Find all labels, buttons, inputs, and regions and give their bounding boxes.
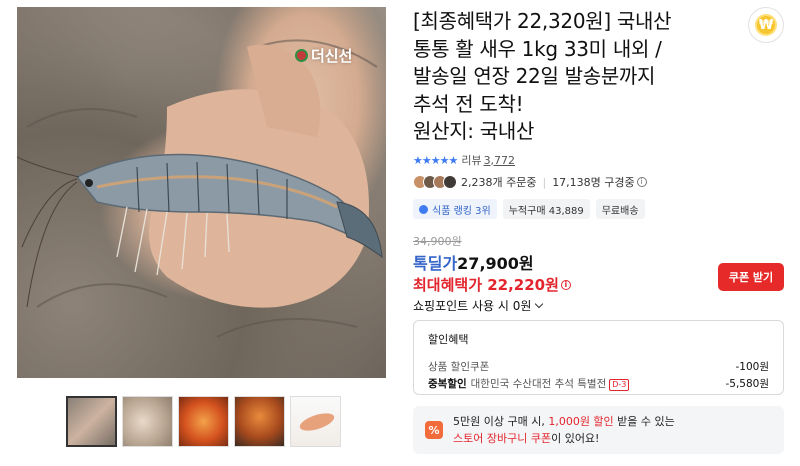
thumbnail-list [66, 396, 341, 447]
watermark-text: 더신선 [311, 47, 353, 65]
title-line: 발송일 연장 22일 발송분까지 [413, 64, 656, 88]
store-watermark: 더신선 [295, 45, 352, 66]
product-main-image: 더신선 [17, 7, 386, 378]
thumbnail-2[interactable] [122, 396, 173, 447]
get-coupon-button[interactable]: 쿠폰 받기 [718, 263, 784, 291]
original-price: 34,900원 [413, 235, 462, 248]
discount-label-group: 중복할인 대한민국 수산대전 추석 특별전 D-3 [428, 376, 630, 391]
chevron-down-icon [535, 299, 544, 309]
ranking-badge[interactable]: 식품 랭킹 3위 [413, 199, 497, 219]
promo-highlight: 1,000원 할인 [548, 415, 614, 428]
promo-line-2: 스토어 장바구니 쿠폰이 있어요! [453, 430, 675, 447]
discount-label: 상품 할인쿠폰 [428, 361, 490, 373]
discount-row: 상품 할인쿠폰 -100원 [428, 358, 769, 375]
thumbnail-5[interactable] [290, 396, 341, 447]
store-logo-icon [295, 49, 308, 62]
promo-text-segment: 받을 수 있는 [613, 415, 675, 428]
product-title: [최종혜택가 22,320원] 국내산 통통 활 새우 1kg 33미 내외 /… [413, 8, 743, 146]
promo-highlight: 스토어 장바구니 쿠폰 [453, 432, 552, 445]
review-count-link[interactable]: 3,772 [484, 154, 516, 167]
ranking-icon [419, 204, 428, 214]
cart-coupon-promo[interactable]: % 5만원 이상 구매 시, 1,000원 할인 받을 수 있는 스토어 장바구… [413, 406, 784, 454]
discount-row: 중복할인 대한민국 수산대전 추석 특별전 D-3 -5,580원 [428, 375, 769, 392]
discount-value: -5,580원 [725, 378, 769, 390]
badge-row: 식품 랭킹 3위 누적구매 43,889 무료배송 [413, 199, 645, 219]
deal-price-label: 톡딜가 [413, 254, 458, 273]
thumbnail-1[interactable] [66, 396, 117, 447]
max-benefit-text: 최대혜택가 22,220원 [413, 276, 559, 294]
coin-icon: ₩ [755, 14, 777, 36]
discount-value: -100원 [735, 361, 770, 373]
d-day-badge: D-3 [609, 379, 630, 391]
deal-price: 톡딜가27,900원 [413, 250, 534, 274]
cumulative-purchase-badge: 누적구매 43,889 [502, 199, 590, 219]
ranking-label: 식품 랭킹 3위 [432, 205, 491, 217]
points-selector[interactable]: 쇼핑포인트 사용 시 0원 [413, 297, 544, 314]
points-text: 쇼핑포인트 사용 시 0원 [413, 299, 532, 313]
title-line: 원산지: 국내산 [413, 119, 535, 143]
title-line: 추석 전 도착! [413, 91, 524, 116]
watching-count: 17,138명 구경중 [552, 176, 635, 189]
duplicate-discount-label: 중복할인 [428, 378, 467, 390]
buyer-avatars [413, 175, 457, 189]
max-benefit-price: 최대혜택가 22,220원 i [413, 274, 571, 295]
info-icon[interactable]: i [636, 177, 647, 187]
promo-text: 5만원 이상 구매 시, 1,000원 할인 받을 수 있는 스토어 장바구니 … [453, 413, 675, 447]
promo-line-1: 5만원 이상 구매 시, 1,000원 할인 받을 수 있는 [453, 413, 675, 430]
product-info: [최종혜택가 22,320원] 국내산 통통 활 새우 1kg 33미 내외 /… [413, 8, 743, 146]
orders-count: 2,238개 주문중 [461, 176, 537, 189]
star-rating-icon: ★★★★★ [413, 153, 458, 167]
rating-row: ★★★★★ 리뷰 3,772 [413, 152, 515, 168]
coin-reward-button[interactable]: ₩ [748, 7, 784, 43]
promo-text-segment: 이 있어요! [551, 432, 600, 445]
deal-price-value: 27,900원 [457, 254, 534, 273]
review-label[interactable]: 리뷰 [461, 152, 481, 168]
info-icon[interactable]: i [560, 279, 571, 290]
percent-icon: % [425, 421, 443, 439]
promo-text-segment: 5만원 이상 구매 시, [453, 415, 549, 428]
activity-stats: 2,238개 주문중 | 17,138명 구경중 i [413, 174, 647, 190]
avatar [443, 175, 457, 189]
thumbnail-3[interactable] [178, 396, 229, 447]
divider: | [542, 175, 547, 189]
discount-benefits-box: 할인혜택 상품 할인쿠폰 -100원 중복할인 대한민국 수산대전 추석 특별전 D… [413, 320, 784, 395]
thumbnail-4[interactable] [234, 396, 285, 447]
free-shipping-badge: 무료배송 [595, 199, 645, 219]
title-line: 통통 활 새우 1kg 33미 내외 / [413, 36, 662, 61]
title-line: [최종혜택가 22,320원] 국내산 [413, 9, 672, 33]
discount-label: 대한민국 수산대전 추석 특별전 [470, 378, 607, 390]
discount-title: 할인혜택 [428, 333, 469, 346]
